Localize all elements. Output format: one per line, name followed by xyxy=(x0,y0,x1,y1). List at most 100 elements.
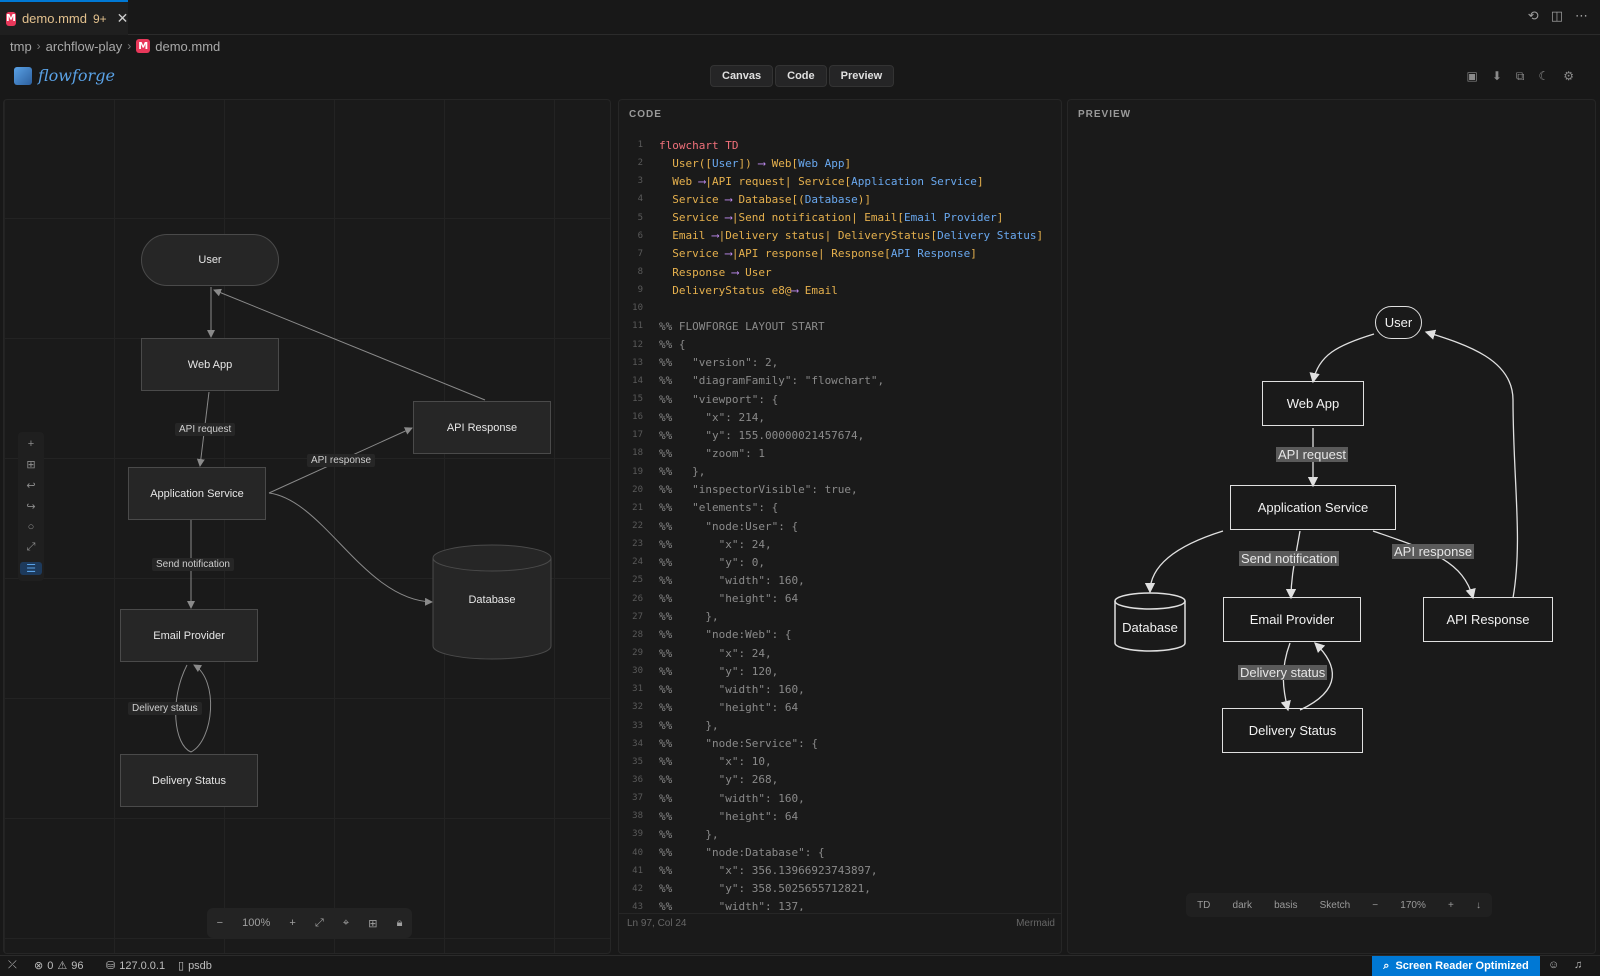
code-line[interactable]: 37 %% "width": 160, xyxy=(619,789,1061,807)
canvas-edge-label-send-notification[interactable]: Send notification xyxy=(152,558,234,571)
code-line[interactable]: 17 %% "y": 155.00000021457674, xyxy=(619,426,1061,444)
lock-icon[interactable]: 🔒︎ xyxy=(397,917,403,930)
code-line[interactable]: 4 Service ⟶ Database[(Database)] xyxy=(619,190,1061,208)
canvas-edge-label-api-response[interactable]: API response xyxy=(307,454,376,467)
code-line[interactable]: 39 %% }, xyxy=(619,825,1061,843)
preview-zoom-in-button[interactable]: + xyxy=(1448,900,1454,911)
canvas-node-email-provider[interactable]: Email Provider xyxy=(120,609,258,662)
add-node-icon[interactable]: + xyxy=(28,438,34,450)
canvas-node-user[interactable]: User xyxy=(141,234,279,286)
history-icon[interactable]: ⟲ xyxy=(1528,8,1539,24)
code-line[interactable]: 21 %% "elements": { xyxy=(619,499,1061,517)
breadcrumb-item-file[interactable]: demo.mmd xyxy=(155,39,220,54)
more-actions-icon[interactable]: ⋯ xyxy=(1575,8,1588,24)
tab-canvas[interactable]: Canvas xyxy=(710,65,774,87)
code-line[interactable]: 35 %% "x": 10, xyxy=(619,753,1061,771)
code-line[interactable]: 20 %% "inspectorVisible": true, xyxy=(619,481,1061,499)
canvas-edge-label-api-request[interactable]: API request xyxy=(175,423,236,436)
code-line[interactable]: 5 Service ⟶ |Send notification| Email[Ema… xyxy=(619,209,1061,227)
connector-icon[interactable]: ⤢ xyxy=(27,541,36,554)
bell-icon[interactable]: ♫ xyxy=(1574,959,1582,971)
tab-preview[interactable]: Preview xyxy=(828,65,895,87)
close-icon[interactable]: ✕ xyxy=(117,10,129,27)
preview-zoom-out-button[interactable]: − xyxy=(1372,900,1378,911)
code-line[interactable]: 28 %% "node:Web": { xyxy=(619,626,1061,644)
grid-toggle-icon[interactable]: ⊞ xyxy=(368,917,377,930)
canvas-node-api-response[interactable]: API Response xyxy=(413,401,551,454)
code-line[interactable]: 8 Response ⟶ User xyxy=(619,263,1061,281)
host-indicator[interactable]: ⛁ 127.0.0.1 xyxy=(106,959,165,973)
code-line[interactable]: 31 %% "width": 160, xyxy=(619,680,1061,698)
code-line[interactable]: 29 %% "x": 24, xyxy=(619,644,1061,662)
code-line[interactable]: 15 %% "viewport": { xyxy=(619,390,1061,408)
code-line[interactable]: 41 %% "x": 356.13966923743897, xyxy=(619,862,1061,880)
canvas-node-application-service[interactable]: Application Service xyxy=(128,467,266,520)
code-editor[interactable]: 1 flowchart TD 2 User([User]) ⟶ Web[Web Ap… xyxy=(619,136,1061,911)
language-mode[interactable]: Mermaid xyxy=(1016,918,1055,929)
theme-select[interactable]: dark xyxy=(1233,900,1252,911)
code-line[interactable]: 13 %% "version": 2, xyxy=(619,354,1061,372)
canvas-node-delivery-status[interactable]: Delivery Status xyxy=(120,754,258,807)
screen-reader-mode-button[interactable]: ⌕ Screen Reader Optimized xyxy=(1372,956,1540,976)
split-editor-icon[interactable]: ◫ xyxy=(1551,8,1563,24)
code-line[interactable]: 40 %% "node:Database": { xyxy=(619,843,1061,861)
code-line[interactable]: 24 %% "y": 0, xyxy=(619,553,1061,571)
tab-demo-mmd[interactable]: M demo.mmd 9+ ✕ xyxy=(0,0,128,35)
code-line[interactable]: 25 %% "width": 160, xyxy=(619,571,1061,589)
save-icon[interactable]: ▣ xyxy=(1466,69,1477,84)
code-line[interactable]: 14 %% "diagramFamily": "flowchart", xyxy=(619,372,1061,390)
copy-icon[interactable]: ⧉ xyxy=(1516,69,1525,84)
grid-icon[interactable]: ⊞ xyxy=(26,458,35,471)
code-line[interactable]: 32 %% "height": 64 xyxy=(619,698,1061,716)
layout-list-icon[interactable]: ☰ xyxy=(20,562,42,575)
code-line[interactable]: 26 %% "height": 64 xyxy=(619,590,1061,608)
circle-shape-icon[interactable]: ○ xyxy=(28,521,35,533)
code-line[interactable]: 7 Service ⟶ |API response| Response[API R… xyxy=(619,245,1061,263)
code-line[interactable]: 27 %% }, xyxy=(619,608,1061,626)
code-line[interactable]: 3 Web ⟶ | API request | Service[Application… xyxy=(619,172,1061,190)
theme-moon-icon[interactable]: ☾ xyxy=(1538,69,1549,84)
code-line[interactable]: 33 %% }, xyxy=(619,717,1061,735)
direction-select[interactable]: TD xyxy=(1197,900,1210,911)
preview-export-icon[interactable]: ↓ xyxy=(1476,900,1481,911)
center-icon[interactable]: ⌖ xyxy=(343,917,349,930)
download-icon[interactable]: ⬇ xyxy=(1492,69,1502,84)
curve-select[interactable]: basis xyxy=(1274,900,1297,911)
problems-indicator[interactable]: ⊗ 0 ⚠ 96 xyxy=(34,959,83,973)
breadcrumb-item-tmp[interactable]: tmp xyxy=(10,39,32,54)
code-line[interactable]: 34 %% "node:Service": { xyxy=(619,735,1061,753)
code-line[interactable]: 6 Email ⟶ |Delivery status| DeliveryStatu… xyxy=(619,227,1061,245)
redo-icon[interactable]: ↪ xyxy=(26,500,35,513)
tab-code[interactable]: Code xyxy=(775,65,827,87)
code-line[interactable]: 30 %% "y": 120, xyxy=(619,662,1061,680)
code-line[interactable]: 11 %% FLOWFORGE LAYOUT START xyxy=(619,317,1061,335)
code-line[interactable]: 43 %% "width": 137, xyxy=(619,898,1061,911)
canvas-node-database[interactable]: Database xyxy=(432,544,552,660)
code-line[interactable]: 12 %% { xyxy=(619,336,1061,354)
code-line[interactable]: 42 %% "y": 358.5025655712821, xyxy=(619,880,1061,898)
look-select[interactable]: Sketch xyxy=(1320,900,1351,911)
canvas-panel[interactable]: User Web App Application Service Email P… xyxy=(3,99,611,954)
code-line[interactable]: 23 %% "x": 24, xyxy=(619,535,1061,553)
breadcrumb-item-archflow-play[interactable]: archflow-play xyxy=(46,39,123,54)
code-line[interactable]: 22 %% "node:User": { xyxy=(619,517,1061,535)
database-indicator[interactable]: ▯ psdb xyxy=(178,959,212,973)
zoom-out-button[interactable]: − xyxy=(217,917,223,929)
code-line[interactable]: 19 %% }, xyxy=(619,463,1061,481)
zoom-in-button[interactable]: + xyxy=(289,917,295,929)
code-line[interactable]: 18 %% "zoom": 1 xyxy=(619,444,1061,462)
code-line[interactable]: 10 xyxy=(619,299,1061,317)
canvas-edge-label-delivery-status[interactable]: Delivery status xyxy=(128,702,202,715)
code-line[interactable]: 2 User([User]) ⟶ Web[Web App] xyxy=(619,154,1061,172)
copilot-icon[interactable]: ☺ xyxy=(1548,959,1559,971)
canvas-node-web-app[interactable]: Web App xyxy=(141,338,279,391)
code-line[interactable]: 38 %% "height": 64 xyxy=(619,807,1061,825)
code-line[interactable]: 36 %% "y": 268, xyxy=(619,771,1061,789)
undo-icon[interactable]: ↩ xyxy=(26,479,35,492)
settings-gear-icon[interactable]: ⚙ xyxy=(1563,69,1574,84)
code-line[interactable]: 1 flowchart TD xyxy=(619,136,1061,154)
code-line[interactable]: 9 DeliveryStatus e8@ ⟶ Email xyxy=(619,281,1061,299)
remote-icon[interactable]: ⤫ xyxy=(8,959,17,972)
fit-view-icon[interactable]: ⤢ xyxy=(315,917,324,930)
code-line[interactable]: 16 %% "x": 214, xyxy=(619,408,1061,426)
